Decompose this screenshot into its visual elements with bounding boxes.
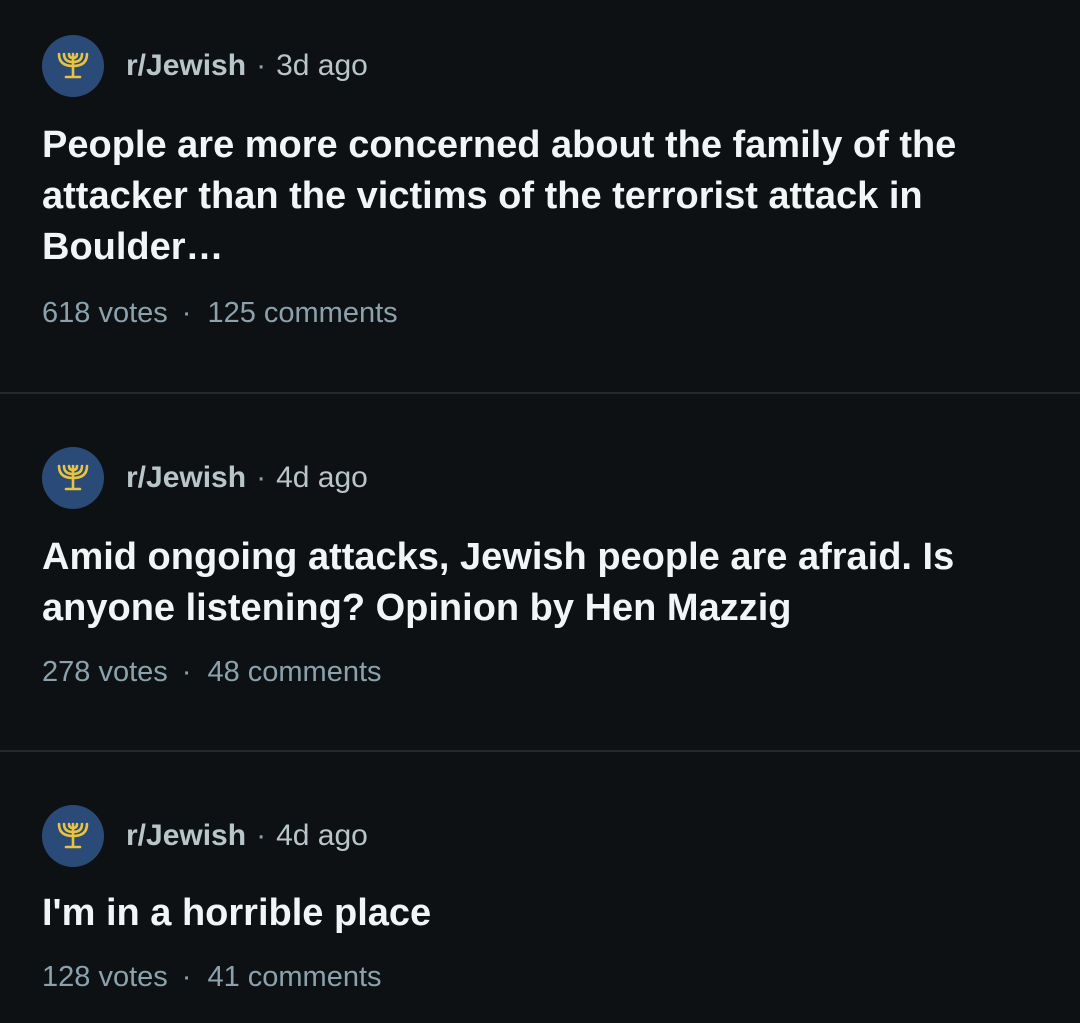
post-stats: 278 votes · 48 comments [42,656,1040,689]
post-feed: r/Jewish · 3d ago People are more concer… [0,0,1080,1023]
meta-separator: · [256,49,267,82]
post-title[interactable]: I'm in a horrible place [42,888,1040,939]
menorah-icon [57,464,89,491]
subreddit-name[interactable]: r/Jewish [126,461,246,495]
subreddit-avatar[interactable] [42,35,104,97]
stats-separator: · [181,297,192,329]
subreddit-avatar[interactable] [42,447,104,509]
vote-count: 278 votes [42,656,168,688]
post-card[interactable]: r/Jewish · 4d ago Amid ongoing attacks, … [0,446,1080,689]
subreddit-name[interactable]: r/Jewish [126,49,246,83]
post-stats: 128 votes · 41 comments [42,961,1040,994]
menorah-icon [57,822,89,849]
post-stats: 618 votes · 125 comments [42,297,1040,330]
post-age: 3d ago [276,49,368,82]
meta-separator: · [256,461,267,494]
post-card[interactable]: r/Jewish · 4d ago I'm in a horrible plac… [0,804,1080,994]
vote-count: 128 votes [42,961,168,993]
post-title[interactable]: Amid ongoing attacks, Jewish people are … [42,532,1040,634]
menorah-icon [57,52,89,79]
post-card[interactable]: r/Jewish · 3d ago People are more concer… [0,34,1080,330]
subreddit-name[interactable]: r/Jewish [126,819,246,853]
meta-separator: · [256,819,267,852]
post-title[interactable]: People are more concerned about the fami… [42,120,1040,273]
vote-count: 618 votes [42,297,168,329]
post-age: 4d ago [276,461,368,494]
post-meta: r/Jewish · 3d ago [42,34,1040,98]
stats-separator: · [181,656,192,688]
post-meta: r/Jewish · 4d ago [42,446,1040,510]
post-meta: r/Jewish · 4d ago [42,804,1040,868]
post-divider [0,750,1080,752]
comment-count[interactable]: 41 comments [207,961,381,994]
comment-count[interactable]: 125 comments [207,297,397,330]
comment-count[interactable]: 48 comments [207,656,381,689]
subreddit-avatar[interactable] [42,805,104,867]
post-divider [0,392,1080,394]
stats-separator: · [181,961,192,993]
post-age: 4d ago [276,819,368,852]
